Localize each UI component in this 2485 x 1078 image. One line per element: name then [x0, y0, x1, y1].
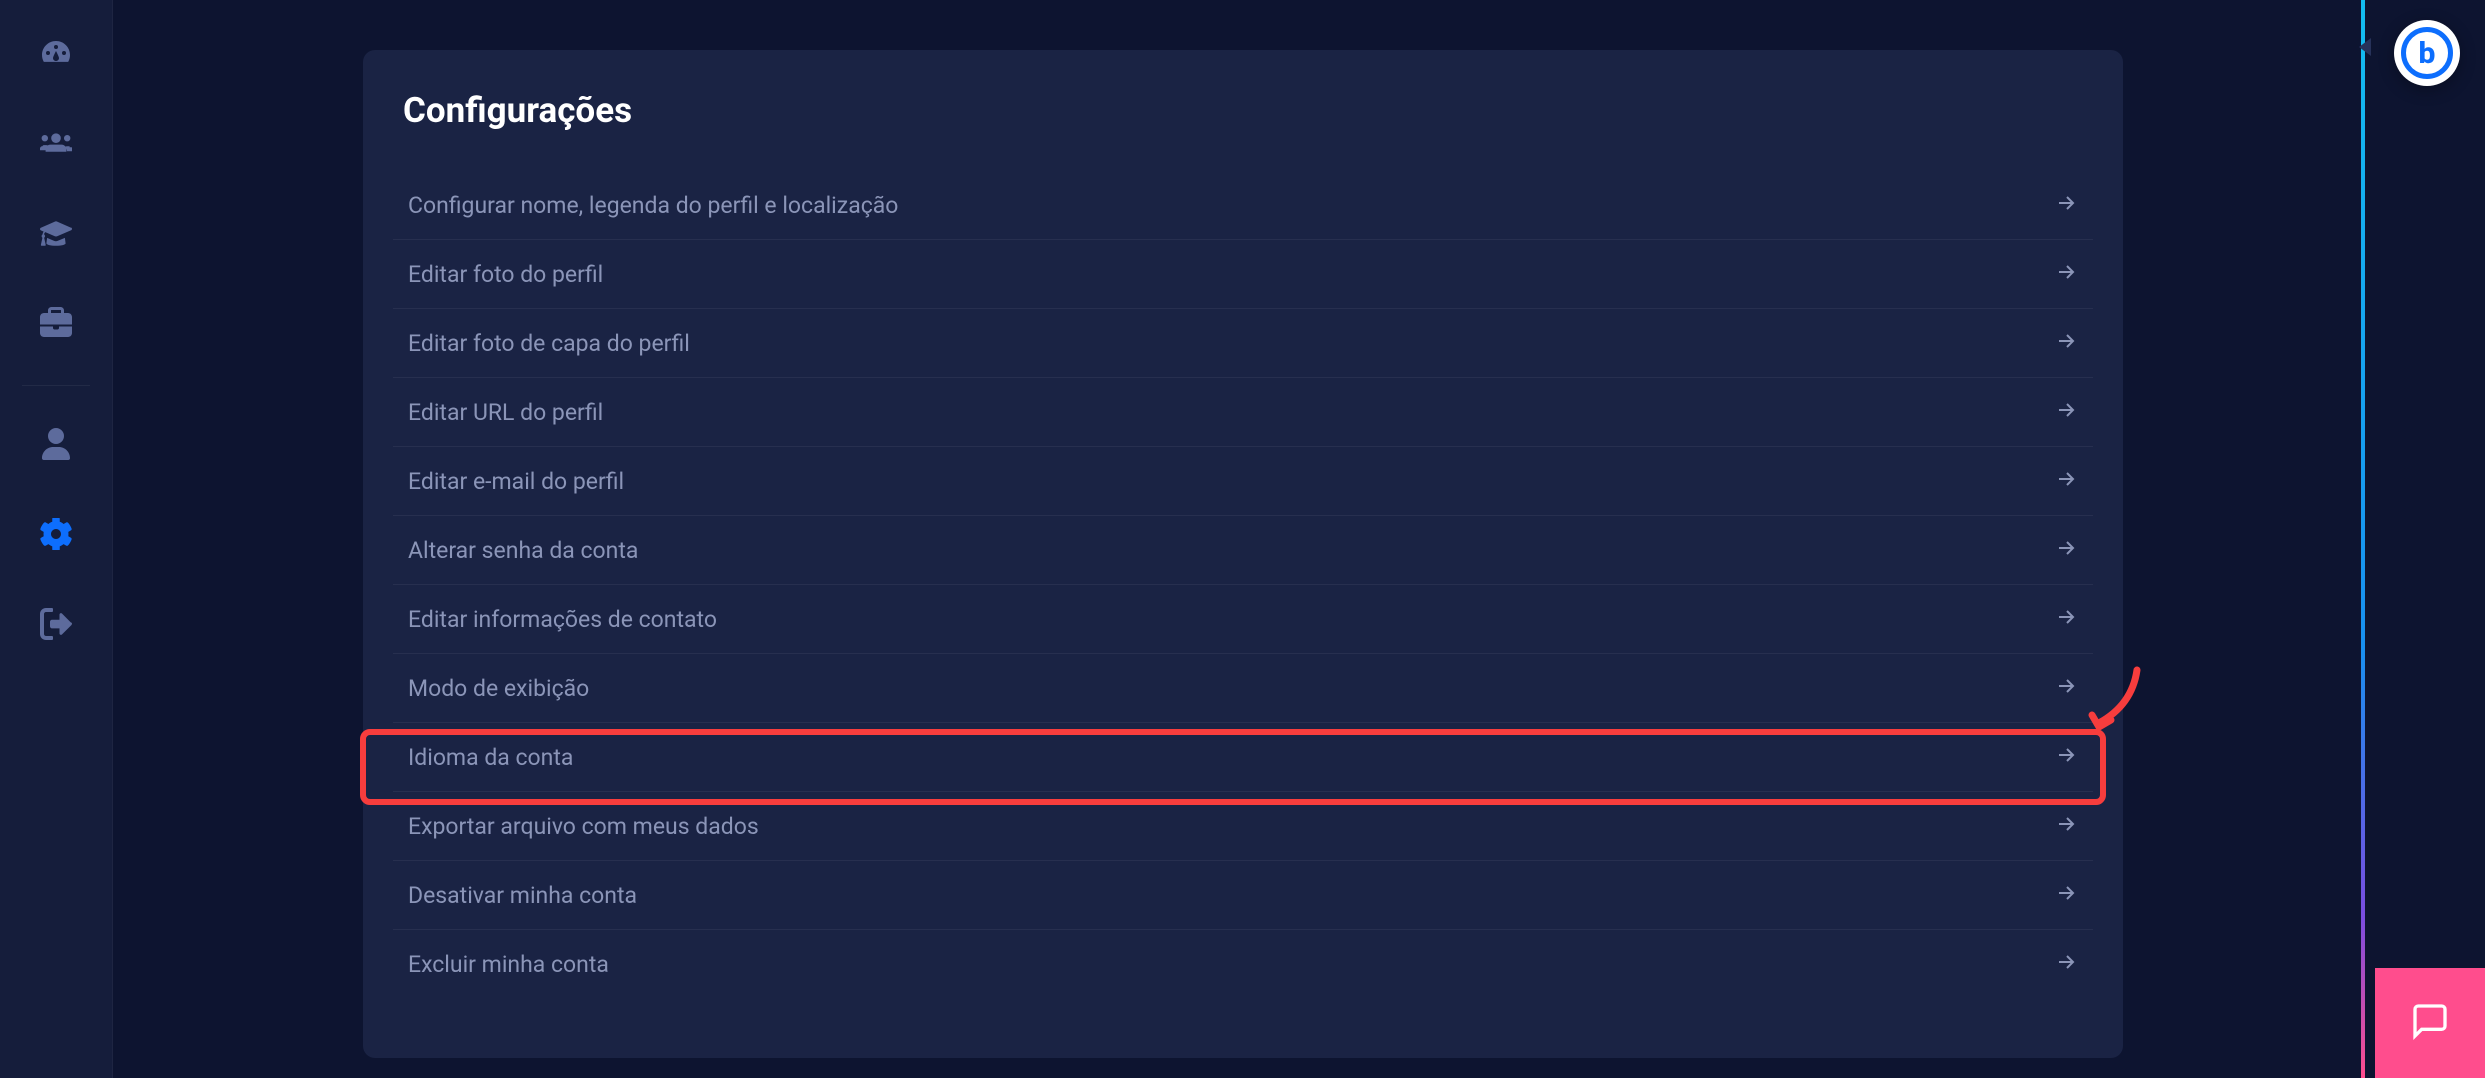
- arrow-right-icon: [2054, 743, 2078, 771]
- brand-badge-letter: b: [2401, 27, 2453, 79]
- sidebar-item-profile[interactable]: [36, 426, 76, 466]
- sidebar-divider: [22, 385, 89, 386]
- panel-collapse-toggle[interactable]: [2359, 38, 2371, 56]
- chat-button[interactable]: [2375, 968, 2485, 1078]
- settings-label: Desativar minha conta: [408, 882, 637, 909]
- arrow-right-icon: [2054, 329, 2078, 357]
- arrow-right-icon: [2054, 950, 2078, 978]
- sidebar: [0, 0, 113, 1078]
- settings-label: Alterar senha da conta: [408, 537, 638, 564]
- settings-label: Excluir minha conta: [408, 951, 609, 978]
- arrow-right-icon: [2054, 812, 2078, 840]
- sidebar-item-users[interactable]: [36, 125, 76, 165]
- settings-row-cover-photo[interactable]: Editar foto de capa do perfil: [393, 309, 2093, 378]
- settings-row-profile-url[interactable]: Editar URL do perfil: [393, 378, 2093, 447]
- settings-label: Editar informações de contato: [408, 606, 717, 633]
- settings-label: Editar URL do perfil: [408, 399, 603, 426]
- settings-row-password[interactable]: Alterar senha da conta: [393, 516, 2093, 585]
- arrow-right-icon: [2054, 467, 2078, 495]
- users-icon: [40, 127, 72, 163]
- logout-icon: [40, 608, 72, 644]
- brand-badge[interactable]: b: [2394, 20, 2460, 86]
- settings-row-language[interactable]: Idioma da conta: [393, 723, 2093, 792]
- settings-label: Idioma da conta: [408, 744, 573, 771]
- settings-row-contact-info[interactable]: Editar informações de contato: [393, 585, 2093, 654]
- settings-row-name-profile[interactable]: Configurar nome, legenda do perfil e loc…: [393, 171, 2093, 240]
- arrow-right-icon: [2054, 674, 2078, 702]
- gear-icon: [40, 518, 72, 554]
- settings-row-display-mode[interactable]: Modo de exibição: [393, 654, 2093, 723]
- settings-card: Configurações Configurar nome, legenda d…: [363, 50, 2123, 1058]
- briefcase-icon: [40, 307, 72, 343]
- arrow-right-icon: [2054, 191, 2078, 219]
- settings-row-export-data[interactable]: Exportar arquivo com meus dados: [393, 792, 2093, 861]
- sidebar-item-dashboard[interactable]: [36, 35, 76, 75]
- settings-label: Editar e-mail do perfil: [408, 468, 624, 495]
- sidebar-item-work[interactable]: [36, 305, 76, 345]
- arrow-right-icon: [2054, 260, 2078, 288]
- settings-list: Configurar nome, legenda do perfil e loc…: [393, 171, 2093, 998]
- app-container: Configurações Configurar nome, legenda d…: [0, 0, 2485, 1078]
- arrow-right-icon: [2054, 881, 2078, 909]
- page-title: Configurações: [393, 90, 2093, 131]
- gradient-scroll-indicator: [2361, 0, 2365, 1078]
- settings-label: Editar foto de capa do perfil: [408, 330, 690, 357]
- settings-label: Editar foto do perfil: [408, 261, 603, 288]
- sidebar-item-settings[interactable]: [36, 516, 76, 556]
- sidebar-item-logout[interactable]: [36, 606, 76, 646]
- settings-label: Exportar arquivo com meus dados: [408, 813, 759, 840]
- person-icon: [40, 428, 72, 464]
- settings-row-profile-photo[interactable]: Editar foto do perfil: [393, 240, 2093, 309]
- dashboard-icon: [40, 37, 72, 73]
- settings-label: Modo de exibição: [408, 675, 589, 702]
- settings-row-email[interactable]: Editar e-mail do perfil: [393, 447, 2093, 516]
- main-content: Configurações Configurar nome, legenda d…: [113, 0, 2485, 1078]
- chat-icon: [2410, 1001, 2450, 1045]
- settings-label: Configurar nome, legenda do perfil e loc…: [408, 192, 898, 219]
- arrow-right-icon: [2054, 398, 2078, 426]
- arrow-right-icon: [2054, 536, 2078, 564]
- arrow-right-icon: [2054, 605, 2078, 633]
- settings-row-deactivate[interactable]: Desativar minha conta: [393, 861, 2093, 930]
- sidebar-item-education[interactable]: [36, 215, 76, 255]
- graduation-icon: [40, 217, 72, 253]
- settings-row-delete[interactable]: Excluir minha conta: [393, 930, 2093, 998]
